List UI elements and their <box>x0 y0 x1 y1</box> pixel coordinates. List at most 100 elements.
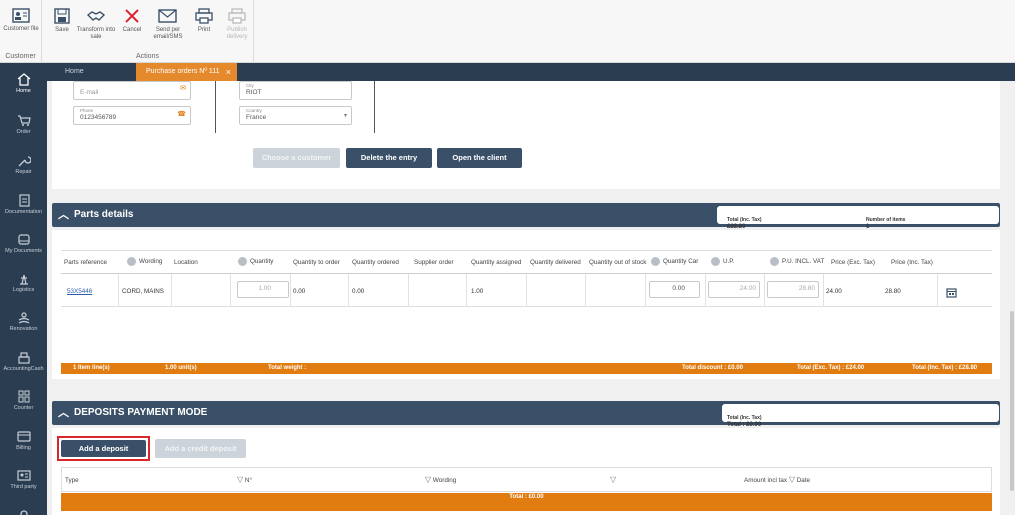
quantity-car-input[interactable]: 0.00 <box>649 281 700 298</box>
filter-icon[interactable]: ▽ <box>610 475 616 484</box>
customer-file-button[interactable]: Customer file <box>1 8 41 33</box>
delete-entry-button[interactable]: Delete the entry <box>346 148 432 168</box>
part-reference-link[interactable]: 53X5446 <box>67 288 92 295</box>
col-parts-reference[interactable]: Parts reference <box>64 259 107 266</box>
sidebar-item-my-documents[interactable]: My Documents <box>0 233 47 254</box>
sidebar-item-home[interactable]: Home <box>0 73 47 94</box>
pu-incl-vat-value: 28.80 <box>798 285 815 292</box>
filter-icon[interactable]: ▽ <box>237 475 243 484</box>
col-amount-incl-tax[interactable]: Amount incl tax ▽ Date <box>744 475 810 484</box>
cancel-button[interactable]: Cancel <box>112 8 152 34</box>
city-label: City <box>246 83 254 88</box>
open-client-button[interactable]: Open the client <box>437 148 522 168</box>
chevron-up-icon[interactable]: ︿ <box>58 401 69 425</box>
cash-register-icon <box>17 352 30 364</box>
vertical-scrollbar[interactable] <box>1010 311 1014 491</box>
sidebar-item-label: Documentation <box>5 209 42 215</box>
sidebar-item-label: Counter <box>13 405 34 411</box>
deposits-summary-box: Total (Inc. Tax) Total : £0.00 <box>722 404 999 428</box>
sidebar-item-repair[interactable]: Repair <box>0 154 47 175</box>
sidebar-item-order[interactable]: Order <box>0 114 47 135</box>
sidebar-item-label: AccountingCash <box>3 366 44 372</box>
sidebar-item-billing[interactable]: Billing <box>0 430 47 451</box>
col-wording-filter[interactable]: ▽ <box>610 475 616 484</box>
total-inc-tax: Total (Inc. Tax) : £28.80 <box>912 365 978 371</box>
col-pu-incl-vat[interactable]: P.U. INCL. VAT <box>770 257 824 266</box>
filter-icon[interactable]: ▽ <box>425 475 431 484</box>
col-location[interactable]: Location <box>174 259 198 266</box>
choose-customer-button[interactable]: Choose a customer <box>253 148 340 168</box>
add-deposit-button[interactable]: Add a deposit <box>61 440 146 457</box>
email-field[interactable]: E-mail ✉ <box>73 81 191 100</box>
sidebar-item-settings[interactable] <box>0 507 47 515</box>
tab-home[interactable]: Home <box>55 63 135 81</box>
tab-close-icon[interactable]: × <box>226 63 231 81</box>
publish-delivery-button[interactable]: Publish delivery <box>217 8 257 41</box>
phone-value: 0123456789 <box>80 114 117 121</box>
filter-icon[interactable]: ▽ <box>789 475 795 484</box>
cart-icon <box>17 115 31 126</box>
tab-purchase-order[interactable]: Purchase orders Nº 111 × <box>136 63 237 81</box>
qty-ordered: 0.00 <box>352 288 365 295</box>
col-number[interactable]: ▽ N° <box>237 475 252 484</box>
total-discount: Total discount : £0.00 <box>682 365 743 371</box>
ribbon-toolbar: Customer file Customer Save Transform in… <box>0 0 1015 63</box>
deposits-table-header: Type ▽ N° ▽ Wording ▽ Amount incl tax ▽ … <box>61 467 992 492</box>
sidebar-item-counter[interactable]: Counter <box>0 390 47 411</box>
parts-details-header[interactable]: ︿ Parts details Total (Inc. Tax) £28.80 … <box>52 203 1000 230</box>
phone-icon[interactable]: ☎ <box>177 110 186 118</box>
save-icon <box>54 8 70 24</box>
col-supplier-order[interactable]: Supplier order <box>414 259 454 266</box>
col-wording[interactable]: Wording <box>127 257 162 266</box>
col-price-exc-tax[interactable]: Price (Exc. Tax) <box>831 259 875 266</box>
info-icon <box>711 257 720 266</box>
col-pu-incl-vat-label: P.U. INCL. VAT <box>782 258 825 266</box>
table-row[interactable]: 53X5446 CORD, MAINS 1.00 0.00 0.00 1.00 … <box>61 274 992 307</box>
calendar-icon[interactable] <box>946 285 957 303</box>
email-icon[interactable]: ✉ <box>180 84 186 92</box>
save-label: Save <box>55 27 69 33</box>
add-credit-deposit-button[interactable]: Add a credit deposit <box>155 439 246 458</box>
chevron-up-icon[interactable]: ︿ <box>58 203 69 227</box>
part-wording: CORD, MAINS <box>122 288 164 295</box>
city-field[interactable]: City RIOT <box>239 81 352 100</box>
col-quantity-to-order[interactable]: Quantity to order <box>293 259 340 266</box>
up-value: 24.00 <box>739 285 756 292</box>
info-icon <box>770 257 779 266</box>
mail-icon <box>158 9 177 23</box>
sidebar-item-renovation[interactable]: Renovation <box>0 311 47 332</box>
col-quantity[interactable]: Quantity <box>238 257 273 266</box>
deposits-header[interactable]: ︿ DEPOSITS PAYMENT MODE Total (Inc. Tax)… <box>52 401 1000 428</box>
col-type[interactable]: Type <box>65 477 79 484</box>
send-email-button[interactable]: Send per email/SMS <box>148 8 188 41</box>
price-inc-tax: 28.80 <box>885 288 901 295</box>
col-quantity-label: Quantity <box>250 258 274 266</box>
col-quantity-assigned[interactable]: Quantity assigned <box>471 259 525 266</box>
col-deposit-wording[interactable]: ▽ Wording <box>425 475 456 484</box>
sidebar-item-accounting-cash[interactable]: AccountingCash <box>0 351 47 372</box>
cancel-label: Cancel <box>122 27 142 33</box>
parts-summary-box: Total (Inc. Tax) £28.80 Number of items … <box>717 206 999 230</box>
col-price-inc-tax[interactable]: Price (Inc. Tax) <box>891 259 933 266</box>
total-weight: Total weight : <box>268 365 307 371</box>
phone-field[interactable]: Phone 0123456789 ☎ <box>73 106 191 125</box>
col-quantity-car[interactable]: Quantity Car <box>651 257 707 266</box>
item-lines-count: 1 Item line(s) <box>73 365 110 371</box>
transform-into-sale-button[interactable]: Transform into sale <box>76 8 116 41</box>
country-select[interactable]: Country France ▾ <box>239 106 352 125</box>
pu-incl-vat-input[interactable]: 28.80 <box>767 281 819 298</box>
ribbon-group-customer: Customer file Customer <box>0 0 42 63</box>
col-quantity-ordered[interactable]: Quantity ordered <box>352 259 399 266</box>
up-input[interactable]: 24.00 <box>708 281 760 298</box>
sidebar-item-documentation[interactable]: Documentation <box>0 194 47 215</box>
sidebar-nav: Home Order Repair Documentation My Docum… <box>0 63 47 515</box>
divider <box>374 81 375 133</box>
col-up[interactable]: U.P. <box>711 257 734 266</box>
sidebar-item-logistics[interactable]: Logistics <box>0 272 47 293</box>
col-quantity-delivered[interactable]: Quantity delivered <box>530 259 586 266</box>
quantity-input[interactable]: 1.00 <box>237 281 289 298</box>
col-wording-label: Wording <box>139 258 163 266</box>
sidebar-item-third-party[interactable]: Third party <box>0 469 47 490</box>
col-quantity-out-of-stock[interactable]: Quantity out of stock <box>589 259 647 266</box>
qty-assigned: 1.00 <box>471 288 484 295</box>
